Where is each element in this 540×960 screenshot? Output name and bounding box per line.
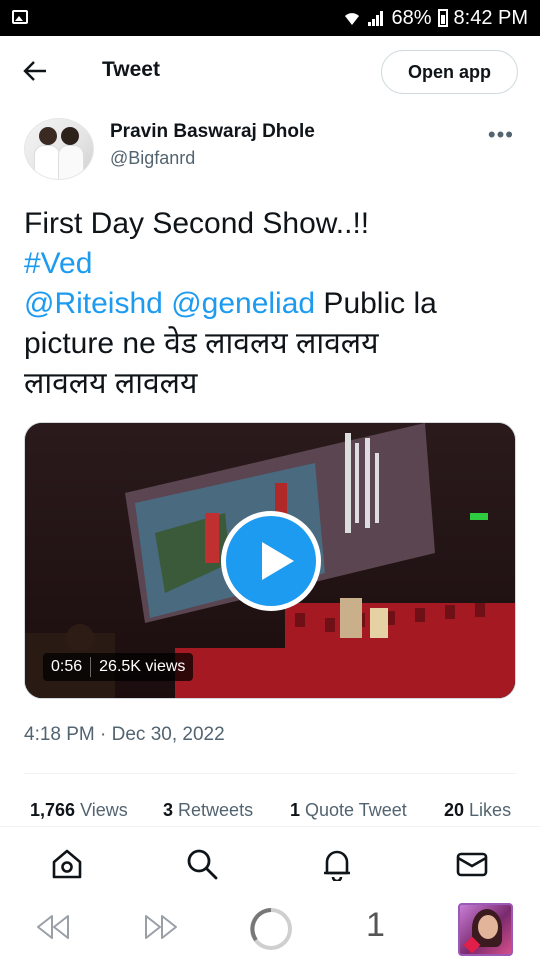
status-bar: 68% 8:42 PM [0, 0, 540, 36]
search-icon[interactable] [185, 847, 219, 881]
video-meta: 0:56 26.5K views [43, 653, 194, 681]
video-player[interactable]: 0:56 26.5K views [24, 422, 516, 699]
browser-forward-icon[interactable] [142, 912, 180, 942]
retweets-stat[interactable]: 3 Retweets [163, 800, 253, 821]
tweet-line: picture ne वेड लावलय लावलय [24, 327, 379, 360]
page-title: Tweet [102, 58, 160, 81]
bottom-nav [0, 826, 540, 896]
play-button[interactable] [221, 511, 321, 611]
more-options-icon[interactable]: ••• [488, 122, 514, 148]
divider [24, 773, 516, 774]
battery-percent: 68% [391, 6, 432, 29]
author-handle[interactable]: @Bigfanrd [110, 148, 195, 169]
signal-icon [368, 11, 384, 26]
notifications-icon[interactable] [320, 847, 354, 881]
avatar[interactable] [24, 118, 94, 180]
tweet-line: लावलय लावलय [24, 367, 198, 400]
home-icon[interactable] [50, 847, 84, 881]
tweet-text-part: Public la [315, 287, 437, 320]
mention-link-riteishd[interactable]: @Riteishd [24, 287, 163, 320]
hashtag-link[interactable]: #Ved [24, 247, 92, 280]
tweet-timestamp[interactable]: 4:18 PM · Dec 30, 2022 [24, 724, 225, 746]
open-app-button[interactable]: Open app [381, 50, 518, 94]
clock: 8:42 PM [453, 6, 528, 29]
mention-link-geneliad[interactable]: @geneliad [171, 287, 315, 320]
image-notification-icon [12, 10, 28, 24]
views-stat[interactable]: 1,766 Views [30, 800, 128, 821]
browser-back-icon[interactable] [34, 912, 72, 942]
tab-thumbnail[interactable] [458, 903, 513, 956]
reload-icon[interactable] [248, 906, 294, 952]
video-duration: 0:56 [51, 658, 83, 675]
likes-stat[interactable]: 20 Likes [444, 800, 511, 821]
messages-icon[interactable] [455, 847, 489, 881]
tweet-header: Tweet Open app [0, 36, 540, 110]
tab-count[interactable]: 1 [366, 906, 385, 945]
tweet-stats: 1,766 Views 3 Retweets 1 Quote Tweet 20 … [30, 800, 520, 822]
battery-icon [437, 9, 448, 27]
back-arrow-icon[interactable] [22, 58, 52, 88]
status-right: 68% 8:42 PM [343, 6, 528, 30]
author-name[interactable]: Pravin Baswaraj Dhole [110, 121, 315, 143]
tweet-line: First Day Second Show..!! [24, 207, 370, 240]
video-views: 26.5K views [99, 658, 186, 675]
quote-tweets-stat[interactable]: 1 Quote Tweet [290, 800, 407, 821]
tweet-text: First Day Second Show..!! #Ved @Riteishd… [24, 204, 524, 404]
wifi-icon [345, 13, 360, 25]
